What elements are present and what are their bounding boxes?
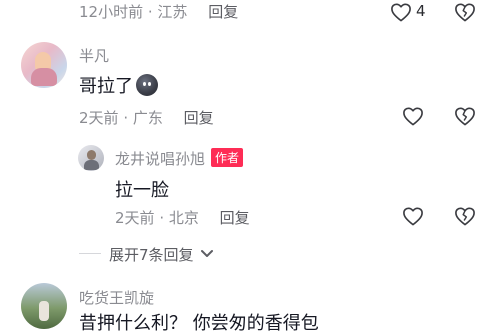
top-comment-meta: 12小时前 · 江苏 回复 — [79, 3, 239, 21]
comment-text: 哥拉了 — [79, 72, 158, 98]
chevron-down-icon — [201, 250, 214, 257]
comment-location: 北京 — [168, 209, 199, 227]
like-button[interactable] — [389, 0, 413, 24]
heart-outline-icon — [391, 3, 411, 22]
dislike-button[interactable] — [453, 204, 477, 228]
dislike-button[interactable] — [453, 0, 477, 24]
comment-username[interactable]: 半凡 — [79, 45, 109, 66]
dislike-button[interactable] — [453, 104, 477, 128]
reply-meta: 2天前 · 北京 回复 — [115, 209, 250, 227]
comment-time: 2天前 — [115, 209, 155, 227]
author-badge: 作者 — [211, 148, 244, 167]
avatar[interactable] — [21, 283, 67, 329]
reply-text: 拉一脸 — [115, 180, 169, 201]
like-button[interactable] — [401, 204, 425, 228]
heart-outline-icon — [403, 207, 423, 226]
heart-outline-icon — [403, 107, 423, 126]
comment-time: 2天前 — [79, 109, 119, 127]
reply-button[interactable]: 回复 — [184, 109, 214, 127]
broken-heart-icon — [455, 107, 475, 126]
expand-replies-button[interactable]: 展开7条回复 — [109, 244, 214, 265]
reply-username: 龙井说唱孙旭 作者 — [115, 148, 244, 169]
dark-ball-emoji — [136, 74, 158, 96]
like-count: 4 — [416, 2, 426, 20]
comment-meta: 2天前 · 广东 回复 — [79, 109, 214, 127]
reply-button[interactable]: 回复 — [208, 3, 238, 21]
comment-username[interactable]: 吃货王凯旋 — [79, 287, 154, 308]
broken-heart-icon — [455, 207, 475, 226]
comment-time: 12小时前 — [79, 3, 144, 21]
expand-divider — [79, 253, 101, 254]
like-button[interactable] — [401, 104, 425, 128]
comment-location: 江苏 — [157, 3, 188, 21]
avatar[interactable] — [21, 42, 67, 88]
comment-location: 广东 — [132, 109, 163, 127]
comment-text: 昔押什么利？ 你尝匆的香得包 — [79, 313, 319, 334]
reply-button[interactable]: 回复 — [220, 209, 250, 227]
broken-heart-icon — [455, 3, 475, 22]
avatar[interactable] — [78, 145, 104, 171]
